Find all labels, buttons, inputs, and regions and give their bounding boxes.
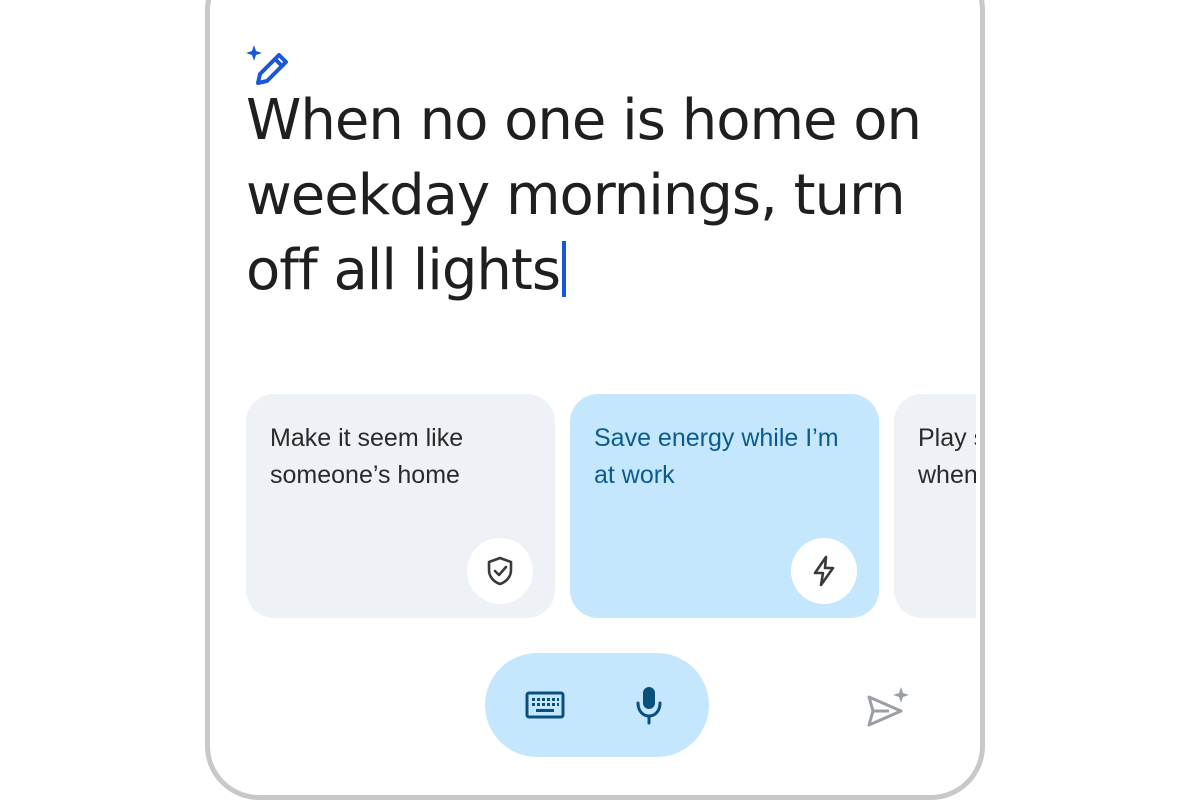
microphone-icon	[636, 687, 662, 725]
keyboard-icon	[525, 691, 565, 719]
input-mode-pill	[485, 653, 709, 757]
text-caret	[562, 241, 567, 297]
card-icon-badge	[791, 538, 857, 604]
suggestion-card-label: Make it seem like someone’s home	[270, 424, 464, 489]
suggestion-carousel[interactable]: Make it seem like someone’s home Save en…	[246, 394, 976, 618]
phone-frame: When no one is home on weekday mornings,…	[205, 0, 985, 800]
suggestion-card-label: Save energy while I’m at work	[594, 424, 839, 489]
shield-check-icon	[487, 556, 513, 586]
suggestion-card-label: Play s when	[918, 424, 976, 489]
prompt-text-input[interactable]: When no one is home on weekday mornings,…	[246, 83, 946, 308]
sparkle-send-icon[interactable]	[865, 685, 911, 729]
suggestion-card-play[interactable]: Play s when	[894, 394, 976, 618]
lightning-bolt-icon	[813, 555, 835, 587]
suggestion-card-seem-home[interactable]: Make it seem like someone’s home	[246, 394, 555, 618]
keyboard-button[interactable]	[519, 679, 571, 731]
microphone-button[interactable]	[623, 679, 675, 731]
prompt-text: When no one is home on weekday mornings,…	[246, 88, 922, 303]
suggestion-card-save-energy[interactable]: Save energy while I’m at work	[570, 394, 879, 618]
card-icon-badge	[467, 538, 533, 604]
